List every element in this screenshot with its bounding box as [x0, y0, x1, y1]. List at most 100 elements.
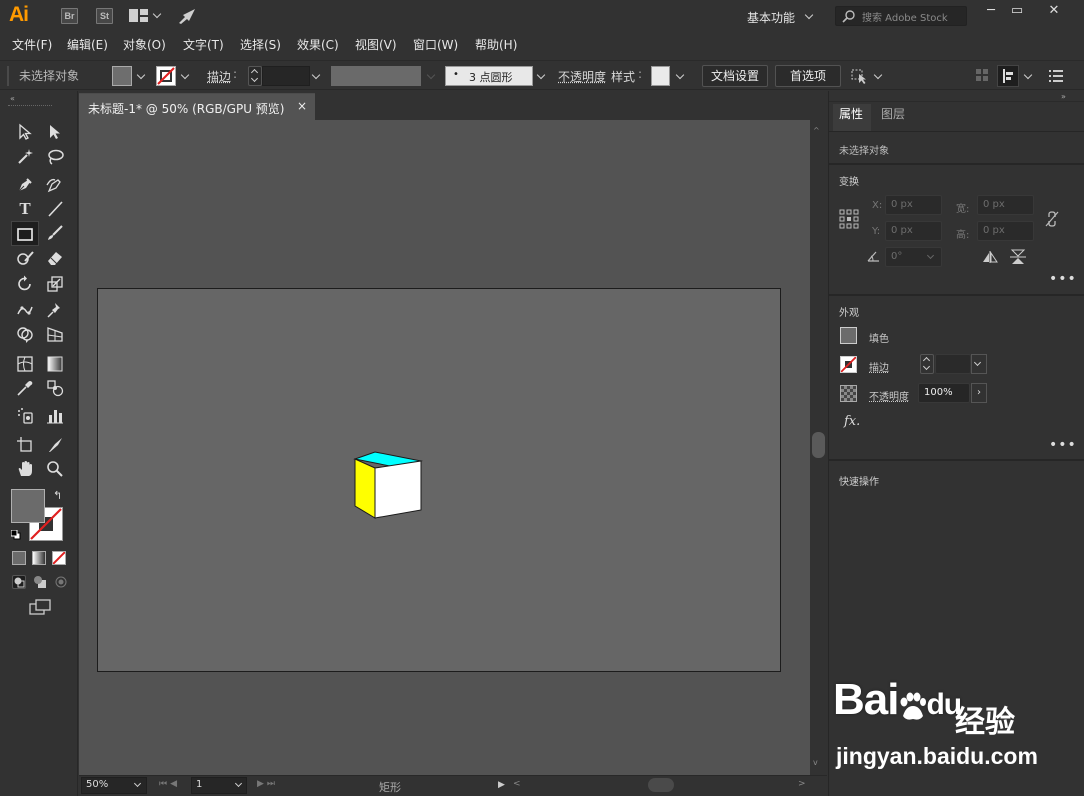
- first-prev-artboard-icons[interactable]: ⏮◀: [159, 779, 180, 789]
- artboard-tool-icon[interactable]: [14, 434, 36, 456]
- reference-point-icon[interactable]: [839, 209, 859, 232]
- column-graph-tool-icon[interactable]: [44, 405, 66, 427]
- gradient-tool-icon[interactable]: [44, 353, 66, 375]
- rocket-icon[interactable]: [177, 7, 197, 28]
- workspace-switcher[interactable]: 基本功能: [747, 9, 795, 26]
- appearance-fill-swatch[interactable]: [840, 327, 857, 344]
- appearance-stroke-swatch[interactable]: [840, 356, 857, 373]
- scroll-left-icon[interactable]: <: [513, 779, 521, 789]
- document-setup-button[interactable]: 文档设置: [702, 65, 768, 87]
- eraser-tool-icon[interactable]: [44, 247, 66, 269]
- appearance-more-button[interactable]: •••: [1049, 437, 1077, 453]
- chevron-down-icon[interactable]: [152, 9, 162, 19]
- vertical-scroll-thumb[interactable]: [812, 432, 825, 458]
- mesh-tool-icon[interactable]: [14, 353, 36, 375]
- menu-window[interactable]: 窗口(W): [413, 36, 458, 53]
- profile-chevron-icon[interactable]: [426, 70, 436, 80]
- opacity-input[interactable]: 100%: [918, 383, 970, 403]
- stock-search-input[interactable]: 搜索 Adobe Stock: [835, 6, 967, 26]
- menu-effect[interactable]: 效果(C): [297, 36, 339, 53]
- color-mode-button[interactable]: [12, 551, 26, 565]
- grid-toggle-icon[interactable]: [976, 69, 989, 85]
- opacity-label[interactable]: 不透明度: [558, 68, 606, 85]
- status-menu-icon[interactable]: ▶: [498, 780, 505, 790]
- puppet-warp-tool-icon[interactable]: [14, 299, 36, 321]
- x-input[interactable]: 0 px: [885, 195, 942, 215]
- y-input[interactable]: 0 px: [885, 221, 942, 241]
- select-similar-icon[interactable]: [851, 68, 869, 87]
- toolbar-grip[interactable]: [8, 105, 52, 108]
- select-similar-chevron-icon[interactable]: [873, 70, 883, 80]
- rectangle-tool-icon[interactable]: [11, 221, 39, 246]
- opacity-checker-icon[interactable]: [840, 385, 857, 402]
- scroll-down-icon[interactable]: v: [813, 758, 818, 767]
- horizontal-scroll-thumb[interactable]: [648, 778, 674, 792]
- none-mode-button[interactable]: [52, 551, 66, 565]
- preferences-button[interactable]: 首选项: [775, 65, 841, 87]
- brush-definition[interactable]: • 3 点圆形: [445, 66, 533, 86]
- style-chevron-icon[interactable]: [675, 70, 685, 80]
- arrange-icon[interactable]: [997, 65, 1019, 87]
- default-colors-icon[interactable]: [10, 529, 21, 540]
- perspective-grid-tool-icon[interactable]: [44, 323, 66, 345]
- panel-menu-icon[interactable]: [1049, 70, 1063, 85]
- direct-selection-tool-icon[interactable]: [44, 121, 66, 143]
- menu-object[interactable]: 对象(O): [123, 36, 166, 53]
- shape-builder-tool-icon[interactable]: [14, 323, 36, 345]
- vertical-scrollbar[interactable]: ^ v: [810, 120, 827, 775]
- scroll-up-icon[interactable]: ^: [813, 126, 820, 135]
- stroke-label[interactable]: 描边: [207, 68, 231, 85]
- screen-mode-icon[interactable]: [29, 599, 51, 618]
- magic-wand-tool-icon[interactable]: [14, 146, 36, 168]
- pin-tool-icon[interactable]: [44, 299, 66, 321]
- opacity-expand-icon[interactable]: ›: [971, 383, 987, 403]
- stroke-weight-input[interactable]: [262, 66, 310, 86]
- shaper-tool-icon[interactable]: [14, 247, 36, 269]
- menu-edit[interactable]: 编辑(E): [67, 36, 108, 53]
- eyedropper-tool-icon[interactable]: [14, 377, 36, 399]
- arrange-documents-icon[interactable]: [129, 9, 149, 23]
- height-input[interactable]: 0 px: [977, 221, 1034, 241]
- tab-properties[interactable]: 属性: [839, 105, 863, 122]
- next-last-artboard-icons[interactable]: ▶⏭: [257, 779, 278, 789]
- maximize-button[interactable]: ▭: [1000, 2, 1034, 20]
- fx-effects-button[interactable]: fx.: [844, 414, 860, 429]
- stroke-chevron-icon[interactable]: [180, 70, 190, 80]
- symbol-sprayer-tool-icon[interactable]: [14, 405, 36, 427]
- brush-chevron-icon[interactable]: [536, 70, 546, 80]
- stroke-swatch[interactable]: [156, 66, 176, 86]
- collapse-panel-icon[interactable]: »: [1061, 92, 1066, 101]
- menu-help[interactable]: 帮助(H): [475, 36, 517, 53]
- appearance-stroke-input[interactable]: [935, 354, 971, 374]
- draw-inside-icon[interactable]: [54, 575, 68, 592]
- rotate-tool-icon[interactable]: [14, 273, 36, 295]
- curvature-tool-icon[interactable]: [44, 174, 66, 196]
- stroke-weight-chevron-icon[interactable]: [311, 70, 321, 80]
- appearance-stroke-label[interactable]: 描边: [869, 359, 889, 374]
- grip-handle[interactable]: [7, 66, 9, 86]
- fill-swatch[interactable]: [112, 66, 132, 86]
- appearance-stroke-dropdown[interactable]: [971, 354, 987, 374]
- line-tool-icon[interactable]: [44, 198, 66, 220]
- close-window-button[interactable]: ✕: [1037, 2, 1071, 20]
- swap-fill-stroke-icon[interactable]: ↰: [53, 489, 62, 502]
- close-tab-button[interactable]: ×: [297, 99, 307, 113]
- rotate-input[interactable]: 0°: [885, 247, 942, 267]
- pen-tool-icon[interactable]: [14, 174, 36, 196]
- lasso-tool-icon[interactable]: [44, 146, 66, 168]
- width-input[interactable]: 0 px: [977, 195, 1034, 215]
- fill-color-front[interactable]: [11, 489, 45, 523]
- cube-left-face[interactable]: [354, 458, 376, 519]
- transform-more-button[interactable]: •••: [1049, 271, 1077, 287]
- blend-tool-icon[interactable]: [44, 377, 66, 399]
- draw-normal-icon[interactable]: [12, 575, 26, 589]
- artboard[interactable]: [97, 288, 781, 672]
- scale-tool-icon[interactable]: [44, 273, 66, 295]
- graphic-style-swatch[interactable]: [651, 66, 670, 86]
- menu-view[interactable]: 视图(V): [355, 36, 397, 53]
- paintbrush-tool-icon[interactable]: [44, 222, 66, 244]
- fill-chevron-icon[interactable]: [136, 70, 146, 80]
- collapse-toolbar-icon[interactable]: «: [10, 94, 15, 103]
- hand-tool-icon[interactable]: [14, 458, 36, 480]
- stock-badge[interactable]: St: [96, 8, 113, 24]
